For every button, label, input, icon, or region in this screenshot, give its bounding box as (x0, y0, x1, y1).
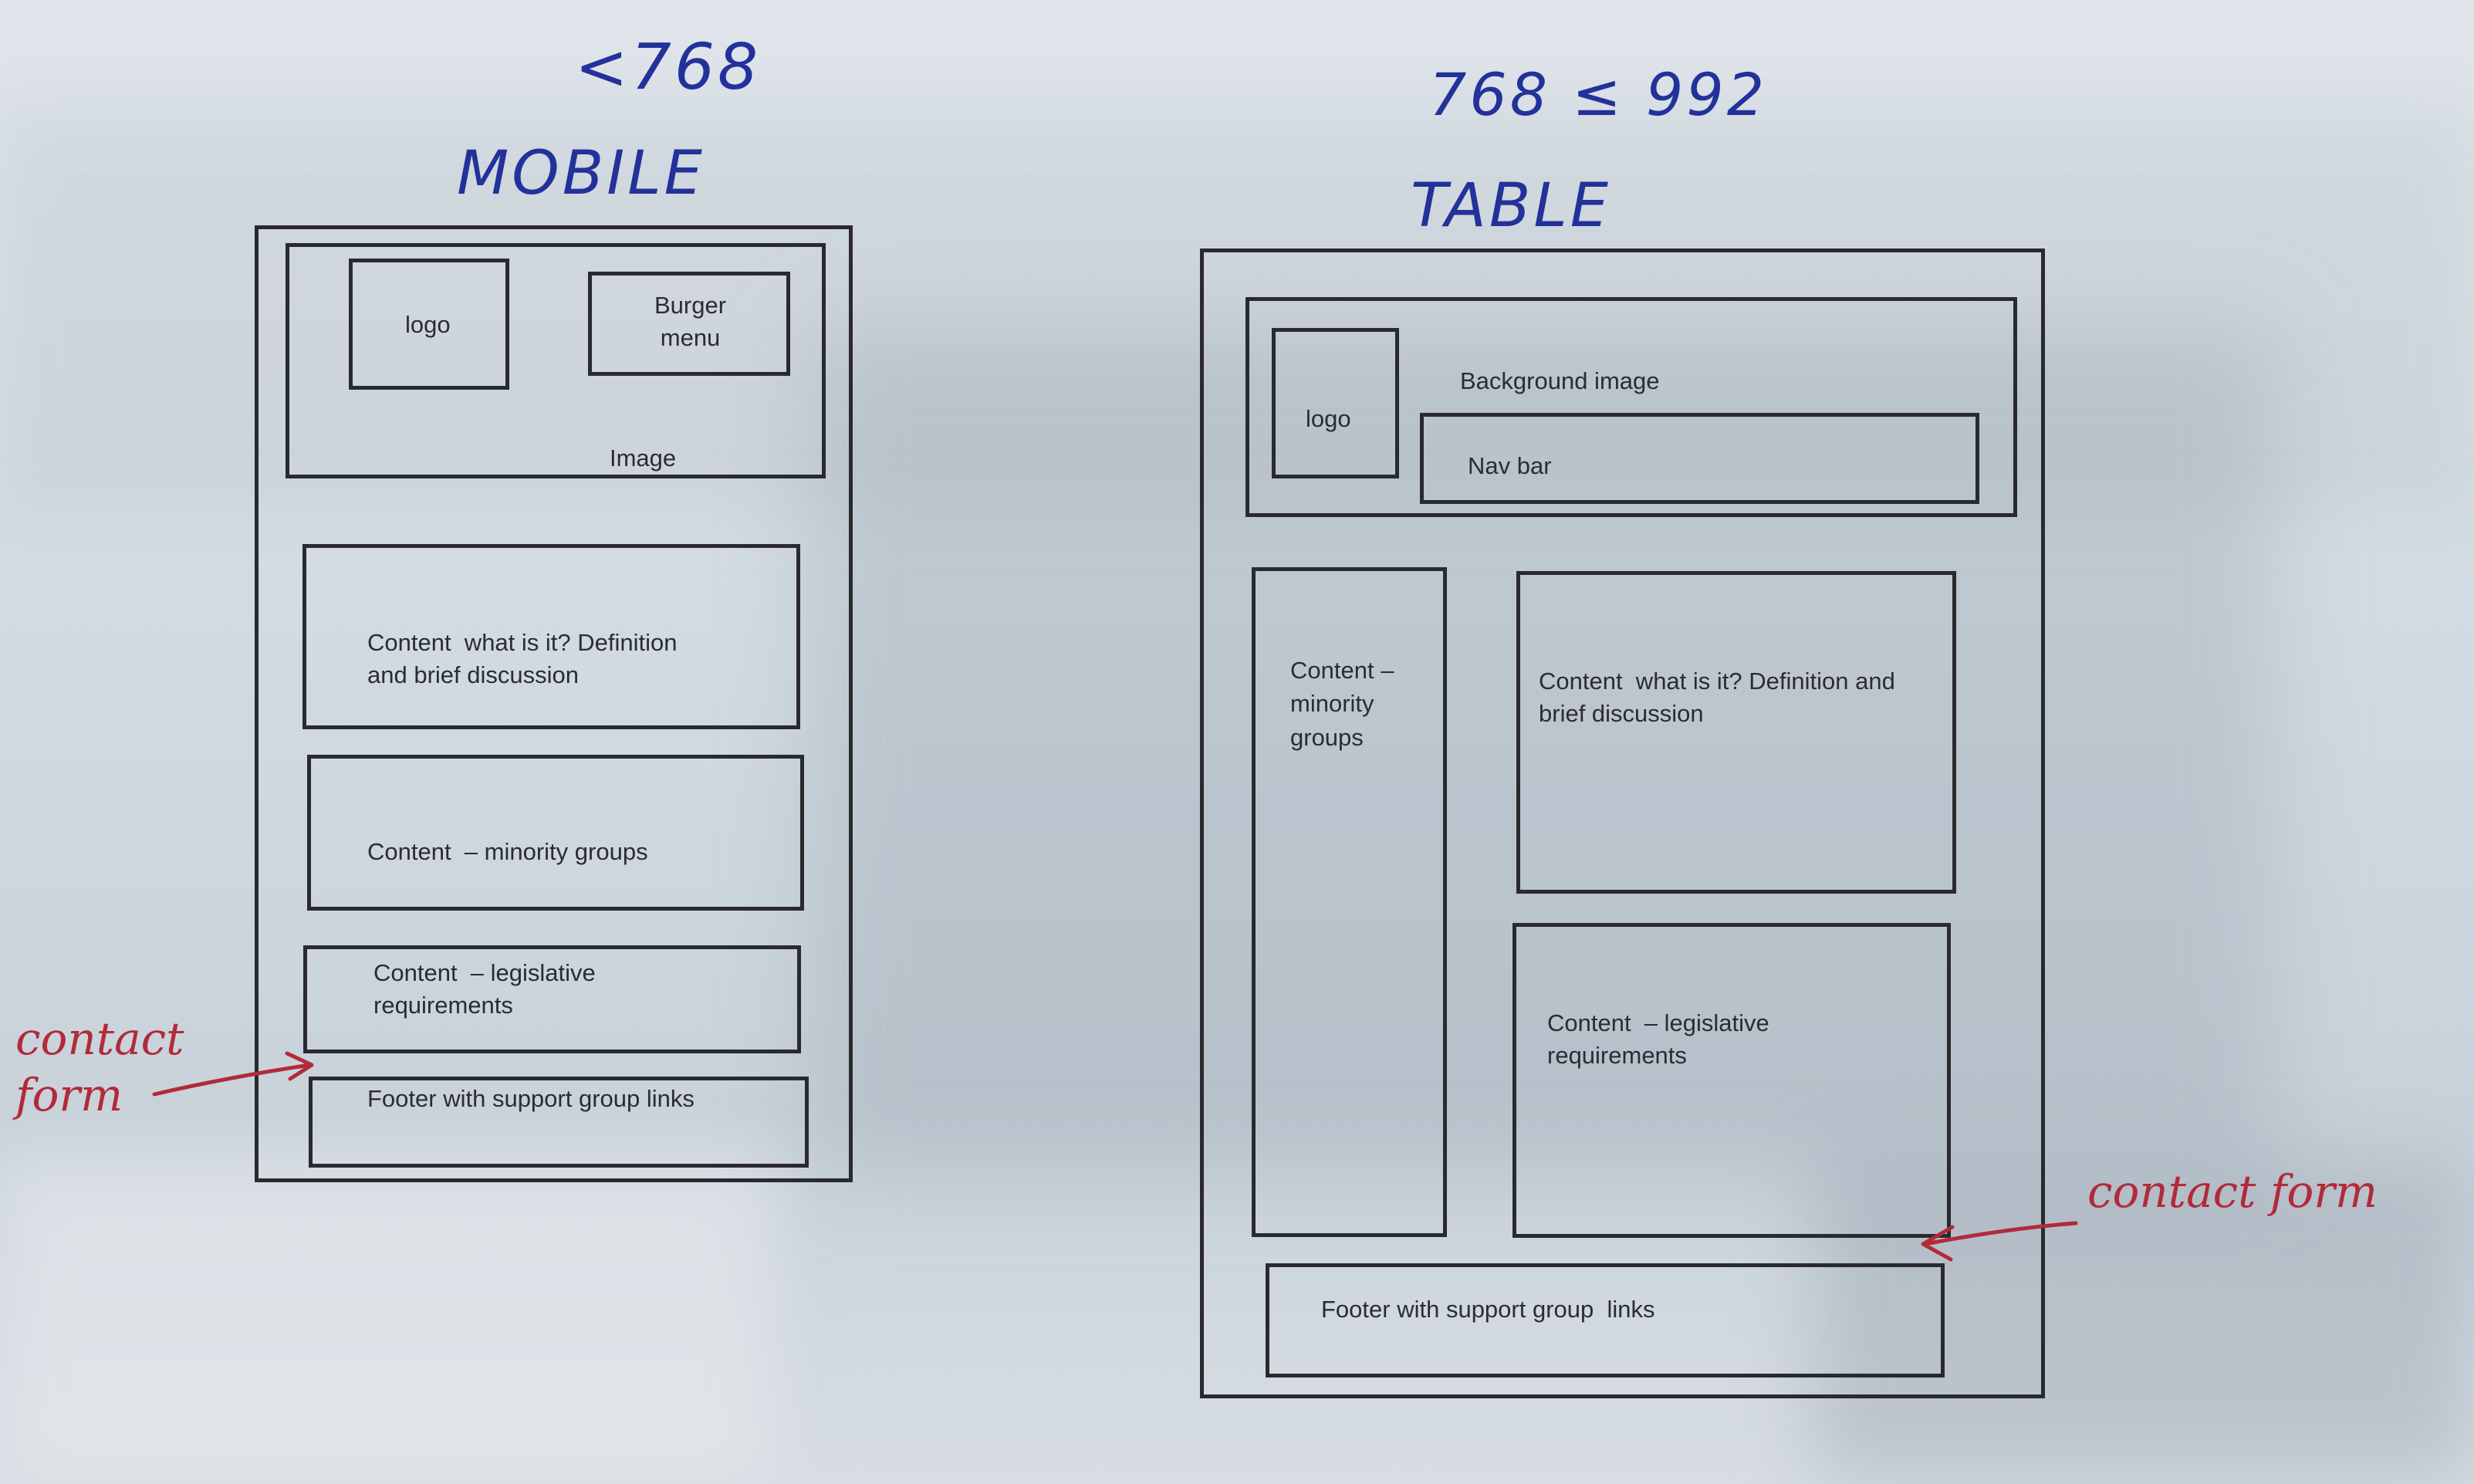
mobile-annotation-arrow (152, 1063, 313, 1097)
annotation-arrows (152, 1051, 2078, 1262)
tablet-annotation-arrow (1923, 1221, 2078, 1246)
